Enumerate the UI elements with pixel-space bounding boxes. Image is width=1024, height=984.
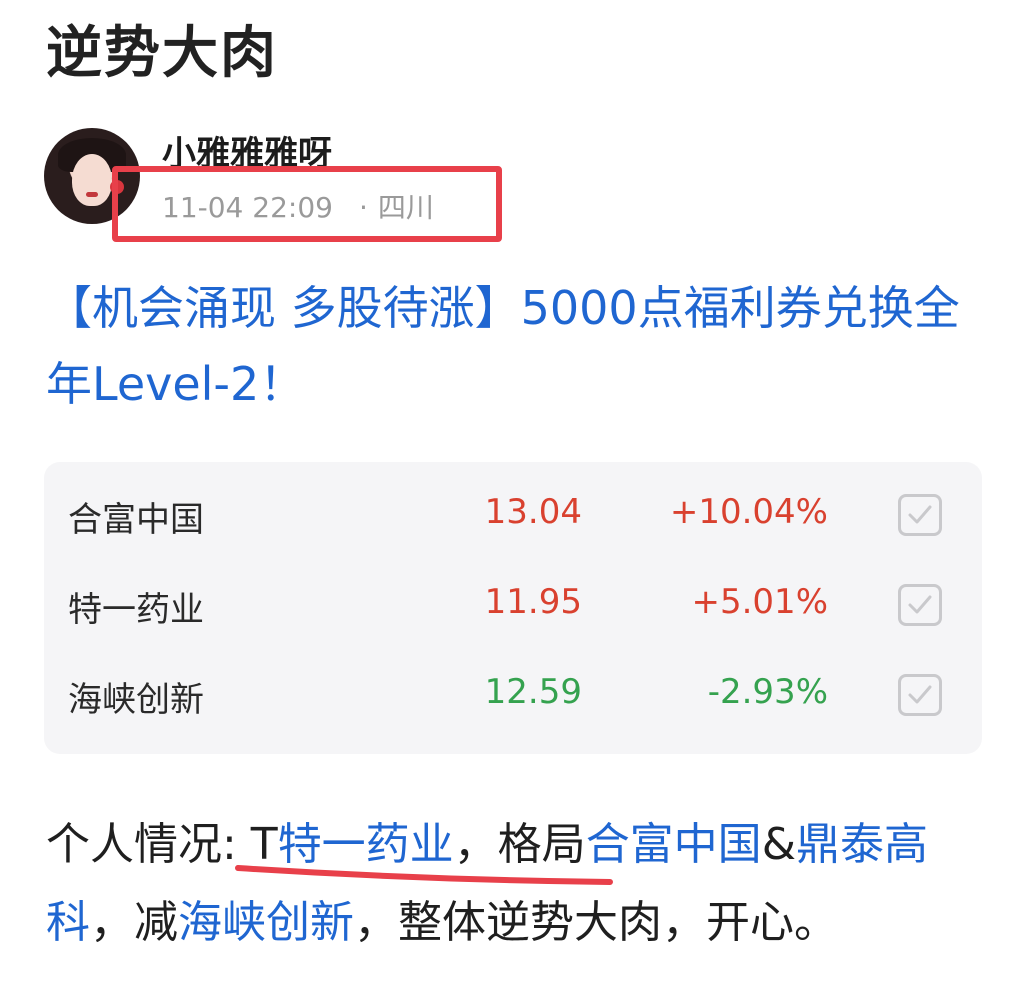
stock-link[interactable]: 海峡创新 — [178, 897, 354, 948]
annotation-underline — [235, 865, 613, 885]
check-icon[interactable] — [898, 674, 942, 716]
comment-text: & — [761, 819, 796, 870]
stock-row[interactable]: 海峡创新 12.59 -2.93% — [44, 650, 982, 740]
stock-change: -2.93% — [707, 672, 828, 712]
stock-price: 11.95 — [484, 582, 582, 622]
annotation-highlight-box — [112, 166, 502, 242]
post-page: 逆势大肉 小雅雅雅呀 11-04 22:09 · 四川 【机会涌现 多股待涨】500… — [0, 0, 1024, 984]
avatar-face — [72, 154, 112, 206]
stock-price: 13.04 — [484, 492, 582, 532]
comment-text: ，减 — [90, 897, 178, 948]
stock-change: +10.04% — [669, 492, 828, 532]
stock-row[interactable]: 合富中国 13.04 +10.04% — [44, 470, 982, 560]
check-icon[interactable] — [898, 584, 942, 626]
check-icon[interactable] — [898, 494, 942, 536]
stock-price: 12.59 — [484, 672, 582, 712]
stock-card: 合富中国 13.04 +10.04% 特一药业 11.95 +5.01% 海峡创… — [44, 462, 982, 754]
promo-headline-link[interactable]: 【机会涌现 多股待涨】5000点福利券兑换全年Level-2！ — [46, 270, 996, 422]
stock-name: 特一药业 — [68, 590, 204, 630]
stock-name: 海峡创新 — [68, 680, 204, 720]
comment-text: ，整体逆势大肉，开心。 — [354, 897, 838, 948]
stock-change: +5.01% — [691, 582, 829, 622]
stock-row[interactable]: 特一药业 11.95 +5.01% — [44, 560, 982, 650]
stock-name: 合富中国 — [68, 500, 204, 540]
avatar-lips — [86, 192, 98, 197]
post-title: 逆势大肉 — [46, 21, 278, 86]
